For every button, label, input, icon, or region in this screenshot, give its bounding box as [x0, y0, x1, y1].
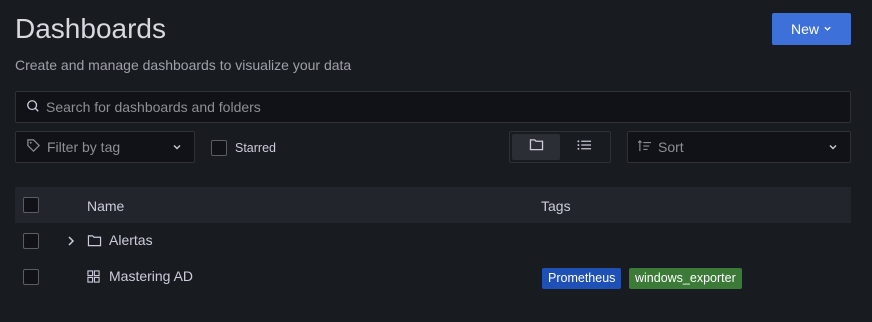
tag-filter-placeholder: Filter by tag [47, 139, 121, 155]
tag-badge[interactable]: windows_exporter [629, 268, 742, 289]
table-header: Name Tags [15, 187, 851, 223]
chevron-down-icon [828, 139, 838, 155]
starred-checkbox[interactable] [211, 140, 227, 156]
row-name[interactable]: Alertas [109, 232, 153, 248]
chevron-down-icon [172, 139, 182, 155]
view-mode-toggle [509, 131, 611, 163]
sort-select[interactable]: Sort [627, 131, 851, 163]
chevron-right-icon[interactable] [66, 234, 76, 252]
tag-icon [26, 138, 41, 156]
tag-badge[interactable]: Prometheus [542, 268, 622, 289]
row-checkbox[interactable] [23, 233, 39, 249]
tag-filter-select[interactable]: Filter by tag [15, 131, 195, 163]
table-row[interactable]: Alertas [15, 223, 851, 259]
search-icon [26, 99, 46, 116]
new-button[interactable]: New [772, 13, 851, 45]
folder-icon [529, 138, 544, 156]
row-checkbox[interactable] [23, 269, 39, 285]
column-header-name: Name [87, 198, 125, 214]
row-name[interactable]: Mastering AD [109, 268, 193, 284]
sort-icon [637, 139, 652, 155]
page-title: Dashboards [15, 13, 166, 44]
list-icon [576, 138, 592, 156]
search-input[interactable]: Search for dashboards and folders [15, 91, 851, 123]
search-placeholder: Search for dashboards and folders [46, 99, 261, 115]
folder-view-button[interactable] [512, 134, 560, 160]
folder-icon [87, 234, 102, 252]
sort-label: Sort [658, 139, 684, 155]
page-subtitle: Create and manage dashboards to visualiz… [15, 57, 352, 73]
column-header-tags: Tags [541, 198, 571, 214]
select-all-checkbox[interactable] [23, 197, 39, 213]
starred-label: Starred [235, 141, 276, 155]
chevron-down-icon [823, 24, 832, 35]
new-button-label: New [790, 21, 819, 37]
dashboard-grid-icon [87, 270, 100, 288]
list-view-button[interactable] [560, 134, 608, 160]
